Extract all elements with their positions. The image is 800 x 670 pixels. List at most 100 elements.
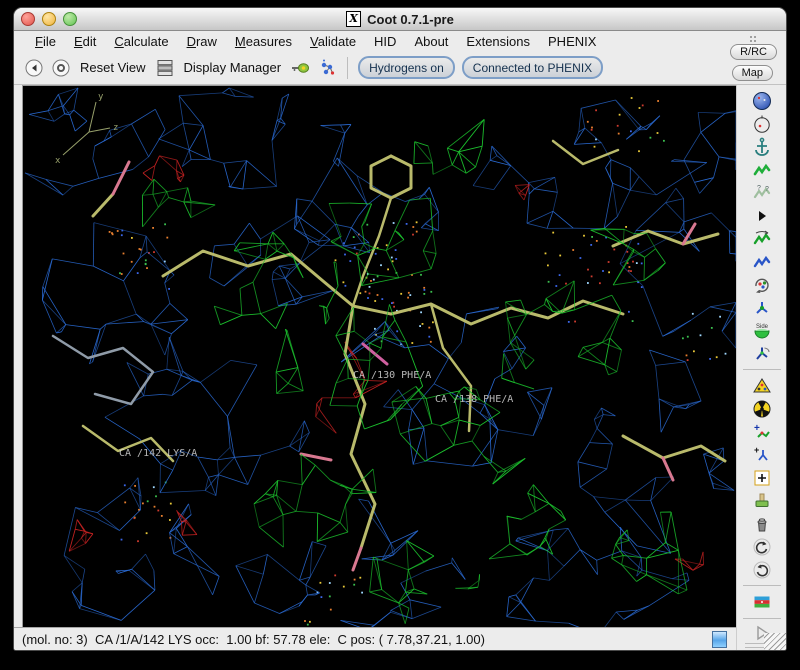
mutate-autofit-icon[interactable] <box>749 375 775 396</box>
map-diff-positive-green <box>358 256 362 286</box>
map-2fofc-blue <box>149 130 166 157</box>
connected-to-phenix-button[interactable]: Connected to PHENIX <box>462 56 603 79</box>
hydrogens-on-button[interactable]: Hydrogens on <box>358 56 455 79</box>
jed-flip-icon[interactable] <box>749 343 775 364</box>
rotamer-icon[interactable] <box>749 274 775 295</box>
map-2fofc-blue <box>319 224 335 240</box>
map-diff-positive-green <box>508 315 527 319</box>
map-dot <box>121 234 123 236</box>
molecule-icon[interactable] <box>317 58 337 78</box>
map-2fofc-blue <box>66 325 100 330</box>
key-bindings-icon[interactable] <box>290 58 310 78</box>
map-diff-positive-green <box>498 458 525 472</box>
map-2fofc-blue <box>533 405 544 435</box>
map-dot <box>365 291 367 293</box>
menu-phenix[interactable]: PHENIX <box>539 34 605 49</box>
map-2fofc-blue <box>405 194 424 201</box>
map-dot <box>142 503 144 505</box>
menu-calculate[interactable]: Calculate <box>105 34 177 49</box>
map-button[interactable]: Map <box>732 65 773 81</box>
menu-extensions[interactable]: Extensions <box>457 34 539 49</box>
clear-pending-icon[interactable] <box>749 490 775 511</box>
map-dot <box>411 342 413 344</box>
sphere-icon[interactable] <box>749 90 775 111</box>
map-diff-positive-green <box>318 513 340 523</box>
map-2fofc-blue <box>424 428 427 461</box>
zoom-button[interactable] <box>63 12 77 26</box>
gl-canvas[interactable]: y x z CA /130 PHE/ACA /138 PHE/ACA /142 … <box>22 85 738 632</box>
map-dot <box>391 257 393 259</box>
map-2fofc-blue <box>43 259 53 287</box>
menu-edit[interactable]: Edit <box>65 34 105 49</box>
delete-item-icon[interactable] <box>749 513 775 534</box>
display-manager-icon[interactable] <box>155 58 175 78</box>
menu-about[interactable]: About <box>405 34 457 49</box>
pointer-icon[interactable] <box>749 205 775 226</box>
menu-measures[interactable]: Measures <box>226 34 301 49</box>
rotate-translate-icon[interactable] <box>749 228 775 249</box>
anchor-icon[interactable] <box>749 136 775 157</box>
chi-angles-icon[interactable] <box>749 297 775 318</box>
flip-sidechain-icon[interactable]: Side <box>749 320 775 341</box>
recentre-view-icon[interactable] <box>51 58 71 78</box>
display-manager-button[interactable]: Display Manager <box>182 60 284 75</box>
map-diff-positive-green <box>142 194 153 195</box>
map-dot <box>594 146 596 148</box>
menu-draw[interactable]: Draw <box>178 34 226 49</box>
resize-grip[interactable] <box>764 633 786 650</box>
menu-file[interactable]: File <box>26 34 65 49</box>
rigid-body-icon[interactable] <box>749 251 775 272</box>
menubar: FileEditCalculateDrawMeasuresValidateHID… <box>14 31 786 51</box>
x11-icon: X <box>346 11 361 27</box>
previous-view-icon[interactable] <box>24 58 44 78</box>
add-alt-conf-icon[interactable]: + <box>749 444 775 465</box>
map-2fofc-blue <box>249 223 260 239</box>
map-dot <box>565 283 567 285</box>
map-2fofc-blue <box>351 216 358 228</box>
map-diff-positive-green <box>276 331 287 373</box>
map-dot <box>393 222 395 224</box>
rrc-button[interactable]: R/RC <box>730 44 777 60</box>
refine-zone-icon[interactable] <box>749 159 775 180</box>
regularize-icon[interactable]: ?? <box>749 182 775 203</box>
reset-view-button[interactable]: Reset View <box>78 60 148 75</box>
model-stick <box>363 344 387 364</box>
map-diff-positive-green <box>370 557 374 592</box>
map-2fofc-blue <box>616 610 638 612</box>
map-2fofc-blue <box>228 365 257 417</box>
add-terminal-residue-icon[interactable]: + <box>749 421 775 442</box>
map-2fofc-blue <box>299 595 308 606</box>
titlebar[interactable]: X Coot 0.7.1-pre <box>14 8 786 31</box>
map-dot <box>309 621 311 623</box>
simple-mutate-icon[interactable] <box>749 398 775 419</box>
map-dot <box>587 282 589 284</box>
map-dot <box>583 235 585 237</box>
model-stick <box>353 198 391 306</box>
redo-icon[interactable] <box>749 559 775 580</box>
map-2fofc-blue <box>555 177 558 192</box>
map-2fofc-blue <box>695 178 714 183</box>
menu-hid[interactable]: HID <box>365 34 405 49</box>
map-diff-positive-green <box>276 372 288 383</box>
canvas-column: y x z CA /130 PHE/ACA /138 PHE/ACA /142 … <box>14 85 736 650</box>
menu-validate[interactable]: Validate <box>301 34 365 49</box>
minimize-button[interactable] <box>42 12 56 26</box>
undo-icon[interactable] <box>749 536 775 557</box>
map-2fofc-blue <box>248 455 261 484</box>
map-diff-positive-green <box>327 308 330 318</box>
map-2fofc-blue <box>129 570 155 590</box>
map-2fofc-blue <box>235 455 261 457</box>
map-2fofc-blue <box>722 331 736 348</box>
close-button[interactable] <box>21 12 35 26</box>
map-2fofc-blue <box>490 146 492 160</box>
map-2fofc-blue <box>174 529 177 554</box>
map-2fofc-blue <box>659 399 686 409</box>
map-dot <box>630 270 632 272</box>
map-2fofc-blue <box>273 266 279 272</box>
recentre-icon[interactable] <box>749 113 775 134</box>
map-2fofc-blue <box>183 123 203 125</box>
map-dot <box>559 255 561 257</box>
place-atom-icon[interactable] <box>749 467 775 488</box>
statusbar: (mol. no: 3) CA /1/A/142 LYS occ: 1.00 b… <box>14 627 736 650</box>
flag-icon[interactable] <box>749 591 775 612</box>
